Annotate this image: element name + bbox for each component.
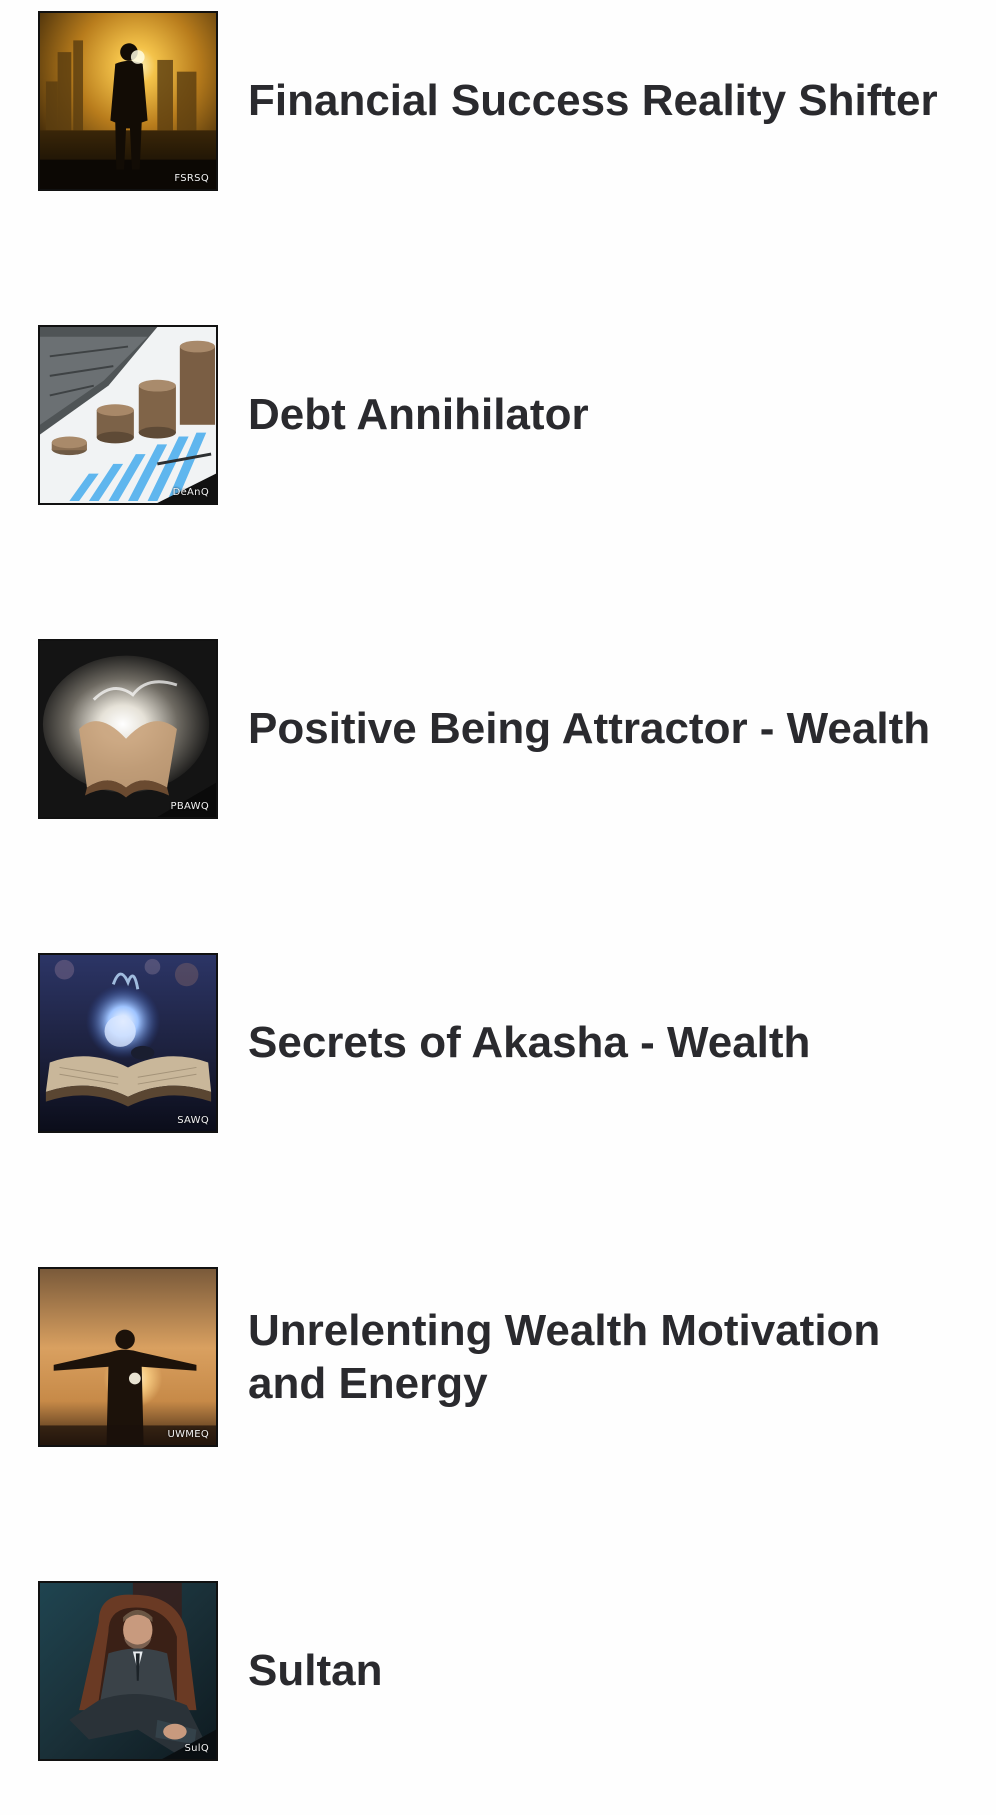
product-thumbnail[interactable]: SulQ [38,1580,218,1761]
product-thumbnail[interactable]: DeAnQ [38,324,218,505]
product-thumbnail[interactable]: FSRSQ [38,10,218,191]
product-code: FSRSQ [174,172,209,184]
product-code: SAWQ [177,1114,209,1126]
product-thumbnail[interactable]: UWMEQ [38,1266,218,1447]
list-item[interactable]: UWMEQ Unrelenting Wealth Motivation and … [38,1265,978,1448]
list-item[interactable]: DeAnQ Debt Annihilator [38,323,978,506]
list-item[interactable]: PBAWQ Positive Being Attractor - Wealth [38,637,978,820]
list-item[interactable]: FSRSQ Financial Success Reality Shifter [38,9,978,192]
product-title[interactable]: Sultan [248,1644,382,1697]
open-book-light-bulb-image [40,954,216,1131]
product-title[interactable]: Debt Annihilator [248,388,589,441]
product-title[interactable]: Secrets of Akasha - Wealth [248,1016,810,1069]
man-arms-open-sunset-image [40,1268,216,1445]
product-thumbnail[interactable]: PBAWQ [38,638,218,819]
coin-stacks-chart-image [40,326,216,503]
product-thumbnail[interactable]: SAWQ [38,952,218,1133]
product-code: DeAnQ [172,486,209,498]
product-code: PBAWQ [170,800,209,812]
product-list: FSRSQ Financial Success Reality Shifter [0,0,996,1815]
list-item[interactable]: SAWQ Secrets of Akasha - Wealth [38,951,978,1134]
product-code: UWMEQ [167,1428,209,1440]
product-title[interactable]: Financial Success Reality Shifter [248,74,938,127]
product-title[interactable]: Unrelenting Wealth Motivation and Energy [248,1304,948,1410]
product-title[interactable]: Positive Being Attractor - Wealth [248,702,930,755]
glowing-book-image [40,640,216,817]
city-sunrise-silhouette-image [40,12,216,189]
seated-man-suit-image [40,1582,216,1759]
product-code: SulQ [184,1742,209,1754]
list-item[interactable]: SulQ Sultan [38,1579,978,1762]
